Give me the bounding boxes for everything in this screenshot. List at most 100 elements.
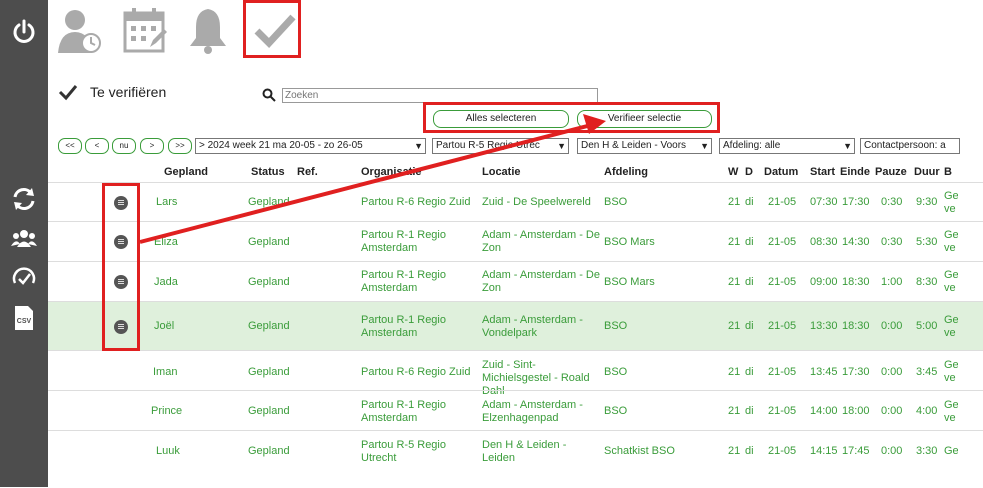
col-gepland[interactable]: Gepland [164, 166, 208, 178]
cell-date: 21-05 [768, 405, 797, 417]
page-title-text: Te verifiëren [90, 84, 167, 100]
table-row[interactable]: Jada Gepland Partou R-1 Regio Amsterdam … [48, 261, 983, 302]
cell-date: 21-05 [768, 276, 797, 288]
cell-loc: Adam - Amsterdam - De Zon [482, 269, 600, 294]
cell-extra: Ge ve [944, 229, 958, 254]
cell-dept: BSO [604, 405, 628, 417]
cell-d: di [745, 405, 754, 417]
table-row[interactable]: Lars Gepland Partou R-6 Regio Zuid Zuid … [48, 182, 983, 222]
power-icon[interactable] [10, 18, 38, 46]
cell-d: di [745, 196, 754, 208]
contact-select[interactable]: Contactpersoon: a [860, 138, 960, 154]
cell-pause: 0:00 [881, 445, 903, 457]
col-einde[interactable]: Einde [840, 166, 870, 178]
annotation-box-buttons [423, 102, 720, 133]
col-datum[interactable]: Datum [764, 166, 798, 178]
table-row[interactable]: Eliza Gepland Partou R-1 Regio Amsterdam… [48, 221, 983, 262]
col-pauze[interactable]: Pauze [875, 166, 907, 178]
cell-extra: Ge ve [944, 359, 958, 384]
cell-start: 13:30 [810, 320, 838, 332]
cell-dept: BSO [604, 196, 628, 208]
cell-dept: BSO Mars [604, 236, 655, 248]
col-d[interactable]: D [745, 166, 753, 178]
cell-end: 18:30 [842, 276, 870, 288]
user-clock-icon[interactable] [55, 5, 105, 55]
annotation-box-check [243, 0, 301, 58]
col-afdeling[interactable]: Afdeling [604, 166, 648, 178]
col-organisatie[interactable]: Organisatie [361, 166, 422, 178]
cell-end: 17:45 [842, 445, 870, 457]
search-icon [262, 88, 276, 102]
col-b[interactable]: B [944, 166, 952, 178]
week-select[interactable]: > 2024 week 21 ma 20-05 - zo 26-05 ▼ [195, 138, 426, 154]
cell-pause: 0:00 [881, 366, 903, 378]
table-row[interactable]: Iman Gepland Partou R-6 Regio Zuid Zuid … [48, 350, 983, 397]
cell-w: 21 [728, 366, 741, 378]
cell-start: 14:00 [810, 405, 838, 417]
contact-select-value: Contactpersoon: a [864, 140, 946, 151]
cell-name: Iman [153, 366, 178, 378]
table-header: Gepland Status Ref. Organisatie Locatie … [48, 166, 983, 182]
nav-last-button[interactable]: >> [168, 138, 192, 154]
cell-d: di [745, 445, 754, 457]
cell-dept: BSO [604, 366, 628, 378]
speed-check-icon[interactable] [10, 264, 38, 292]
nav-prev-button[interactable]: < [85, 138, 109, 154]
table-row[interactable]: Luuk Gepland Partou R-5 Regio Utrecht De… [48, 430, 983, 488]
col-duur[interactable]: Duur [914, 166, 940, 178]
cell-extra: Ge ve [944, 269, 958, 294]
col-ref[interactable]: Ref. [297, 166, 318, 178]
refresh-icon[interactable] [10, 185, 38, 213]
users-icon[interactable] [10, 225, 38, 253]
cell-dur: 4:00 [916, 405, 938, 417]
cell-dur: 3:30 [916, 445, 938, 457]
cell-extra: Ge ve [944, 399, 958, 424]
cell-date: 21-05 [768, 445, 797, 457]
cell-name: Lars [156, 196, 178, 208]
cell-dur: 3:45 [916, 366, 938, 378]
cell-d: di [745, 320, 754, 332]
organisation-select[interactable]: Partou R-5 Regio Utrec ▼ [432, 138, 569, 154]
cell-extra: Ge ve [944, 190, 958, 215]
nav-next-button[interactable]: > [140, 138, 164, 154]
bell-icon[interactable] [183, 5, 233, 55]
cell-org: Partou R-6 Regio Zuid [361, 196, 471, 208]
cell-w: 21 [728, 445, 741, 457]
chevron-down-icon: ▼ [414, 141, 423, 151]
table-row[interactable]: Joël Gepland Partou R-1 Regio Amsterdam … [48, 301, 983, 351]
cell-start: 08:30 [810, 236, 838, 248]
cell-name: Eliza [154, 236, 178, 248]
cell-end: 18:00 [842, 405, 870, 417]
sidebar: CSV [0, 0, 48, 487]
table-row[interactable]: Prince Gepland Partou R-1 Regio Amsterda… [48, 390, 983, 431]
cell-dept: BSO Mars [604, 276, 655, 288]
cell-w: 21 [728, 276, 741, 288]
location-select[interactable]: Den H & Leiden - Voors ▼ [577, 138, 712, 154]
col-w[interactable]: W [728, 166, 738, 178]
nav-now-button[interactable]: nu [112, 138, 136, 154]
cell-start: 07:30 [810, 196, 838, 208]
col-status[interactable]: Status [251, 166, 285, 178]
cell-extra: Ge ve [944, 314, 958, 339]
col-locatie[interactable]: Locatie [482, 166, 521, 178]
department-select[interactable]: Afdeling: alle ▼ [719, 138, 855, 154]
nav-first-button[interactable]: << [58, 138, 82, 154]
cell-loc: Adam - Amsterdam - De Zon [482, 229, 600, 254]
csv-label: CSV [17, 318, 32, 325]
cell-name: Joël [154, 320, 175, 332]
cell-status: Gepland [248, 366, 290, 378]
cell-date: 21-05 [768, 236, 797, 248]
csv-icon[interactable]: CSV [10, 304, 38, 332]
calendar-edit-icon[interactable] [120, 5, 170, 55]
cell-pause: 0:00 [881, 320, 903, 332]
cell-status: Gepland [248, 405, 290, 417]
cell-start: 13:45 [810, 366, 838, 378]
search-input[interactable] [282, 88, 598, 103]
cell-status: Gepland [248, 276, 290, 288]
cell-dur: 8:30 [916, 276, 938, 288]
col-start[interactable]: Start [810, 166, 835, 178]
cell-dur: 5:00 [916, 320, 938, 332]
cell-dur: 9:30 [916, 196, 938, 208]
cell-dept: Schatkist BSO [604, 445, 675, 457]
cell-org: Partou R-1 Regio Amsterdam [361, 269, 446, 294]
